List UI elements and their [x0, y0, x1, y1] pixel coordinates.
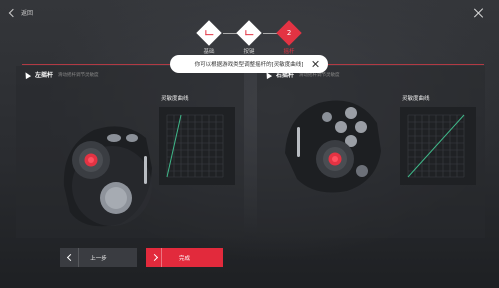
done-label: 完成 — [178, 255, 190, 262]
stepper: 基础 按键 2 摇杆 — [195, 20, 305, 55]
chevron-right-icon — [150, 253, 159, 262]
prev-label: 上一步 — [90, 255, 107, 262]
sensitivity-curve-chart[interactable] — [400, 107, 476, 185]
check-icon — [245, 29, 254, 35]
left-panel-hint: 滑动摇杆调节灵敏度 — [58, 72, 99, 78]
sensitivity-curve-chart[interactable] — [159, 107, 235, 185]
controller-left-illustration[interactable] — [54, 116, 164, 236]
panel-title: 左摇杆 滑动摇杆调节灵敏度 — [22, 70, 99, 79]
step-basic[interactable]: 基础 — [189, 20, 229, 55]
back-label: 返回 — [21, 10, 34, 17]
curve-label: 灵敏度曲线 — [402, 96, 430, 102]
pointer-icon — [22, 70, 32, 79]
step-number: 2 — [286, 29, 292, 37]
step-stick[interactable]: 2 摇杆 — [269, 20, 309, 55]
toast-text: 你可以根据游戏类型调整摇杆的[灵敏度曲线] — [194, 62, 304, 68]
right-stick-panel: 右摇杆 滑动摇杆调节灵敏度 灵敏度曲线 — [257, 66, 485, 238]
button-separator — [78, 248, 79, 267]
button-separator — [161, 248, 162, 267]
close-icon[interactable] — [311, 60, 319, 68]
back-button[interactable]: 返回 — [8, 8, 34, 17]
left-stick-panel: 左摇杆 滑动摇杆调节灵敏度 灵敏度曲线 — [16, 66, 244, 238]
step-label: 摇杆 — [283, 49, 295, 55]
chevron-left-icon — [8, 8, 18, 17]
close-icon[interactable] — [473, 7, 485, 19]
step-label: 按键 — [243, 49, 255, 55]
chevron-left-icon — [66, 253, 75, 262]
controller-right-illustration[interactable] — [277, 93, 387, 205]
step-keys[interactable]: 按键 — [229, 20, 269, 55]
prev-button[interactable]: 上一步 — [60, 248, 137, 267]
step-label: 基础 — [203, 49, 215, 55]
left-panel-title: 左摇杆 — [35, 72, 54, 79]
done-button[interactable]: 完成 — [146, 248, 223, 267]
curve-label: 灵敏度曲线 — [161, 96, 189, 102]
tip-toast: 你可以根据游戏类型调整摇杆的[灵敏度曲线] — [170, 55, 328, 73]
check-icon — [205, 29, 214, 35]
